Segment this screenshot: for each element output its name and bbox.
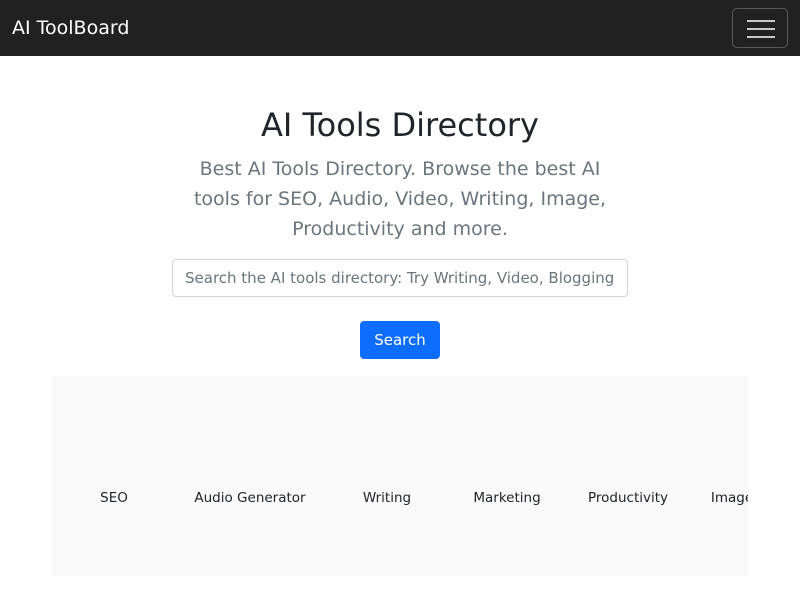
brand-link[interactable]: AI ToolBoard — [12, 16, 129, 40]
page-title: AI Tools Directory — [261, 106, 539, 144]
page-subtitle: Best AI Tools Directory. Browse the best… — [193, 158, 607, 240]
search-button[interactable]: Search — [360, 321, 440, 359]
category-item-marketing[interactable]: Marketing — [473, 490, 540, 506]
category-item-writing[interactable]: Writing — [363, 490, 411, 506]
category-item-image[interactable]: Image — [711, 490, 748, 506]
category-item-seo[interactable]: SEO — [100, 490, 128, 506]
category-item-audio-generator[interactable]: Audio Generator — [194, 490, 305, 506]
category-item-productivity[interactable]: Productivity — [588, 490, 668, 506]
search-input[interactable] — [172, 259, 628, 297]
navbar: AI ToolBoard — [0, 0, 800, 56]
navbar-toggler-button[interactable] — [732, 8, 788, 48]
category-strip: SEO Audio Generator Writing Marketing Pr… — [52, 376, 748, 576]
hamburger-menu-icon — [747, 20, 775, 38]
